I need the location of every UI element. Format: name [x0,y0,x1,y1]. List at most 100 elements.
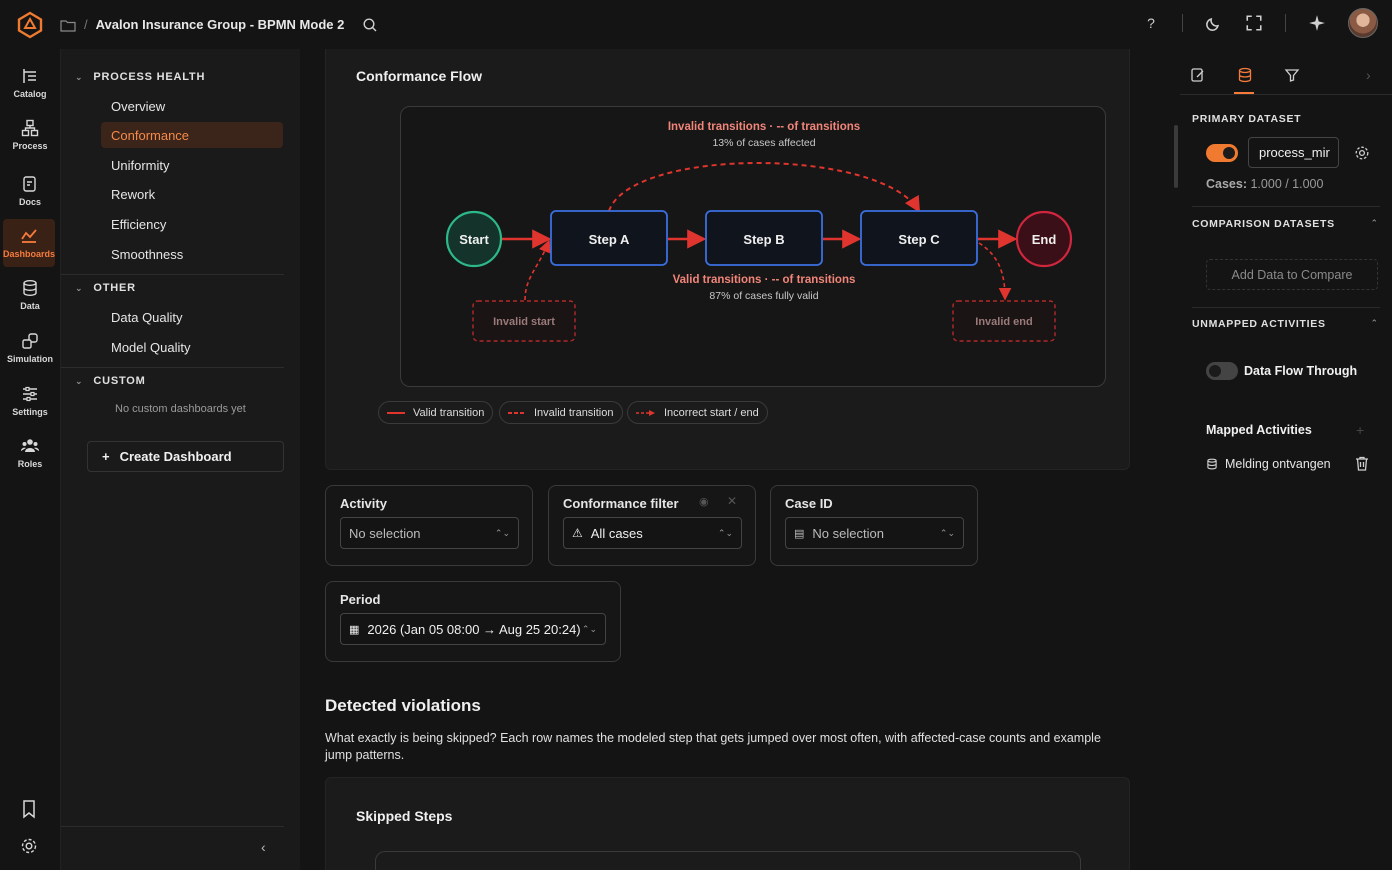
rail-item-data[interactable]: Data [0,271,60,319]
eye-icon[interactable]: ◉ [699,495,709,508]
toggle-knob [1223,147,1235,159]
database-icon [23,280,37,296]
cases-value: 1.000 / 1.000 [1250,177,1324,191]
catalog-icon [23,69,36,83]
case-id-filter: Case ID ▤ No selection ⌃⌄ [770,485,978,566]
mapped-activity-item[interactable]: Melding ontvangen [1225,457,1331,471]
invalid-end-label: Invalid end [975,316,1032,328]
rail-item-settings[interactable]: Settings [0,377,60,425]
section-title: CUSTOM [93,375,146,387]
folder-icon[interactable] [60,18,76,32]
nav-item-overview[interactable]: Overview [101,93,283,119]
nav-item-uniformity[interactable]: Uniformity [101,152,283,178]
period-select[interactable]: ▦ 2026 (Jan 05 08:00 → Aug 25 20:24) ⌃⌄ [340,613,606,645]
nav-item-conformance[interactable]: Conformance [101,122,283,148]
section-custom[interactable]: ⌄ CUSTOM [75,375,146,387]
activity-select[interactable]: No selection ⌃⌄ [340,517,519,549]
moon-icon[interactable] [1205,14,1223,32]
active-tab-indicator [1234,92,1254,94]
chevron-down-icon: ⌄ [75,71,84,82]
legend-label: Valid transition [413,406,485,419]
conformance-card: Conformance Flow Start Step A Step B Ste… [325,49,1130,470]
search-icon[interactable] [362,17,378,33]
breadcrumb-separator: / [84,17,88,32]
conformance-select[interactable]: ⚠ All cases ⌃⌄ [563,517,742,549]
database-icon[interactable] [1237,67,1253,83]
edit-doc-icon[interactable] [1190,67,1206,83]
plus-icon: + [102,449,110,464]
nav-item-model-quality[interactable]: Model Quality [101,334,283,360]
chevron-down-icon: ⌄ [75,282,84,293]
chevron-right-icon[interactable]: › [1366,67,1371,83]
step-b-label: Step B [743,232,784,247]
process-icon [21,119,39,137]
dashed-arrow-icon [636,409,655,416]
end-node-label: End [1032,232,1057,247]
rail-item-catalog[interactable]: Catalog [0,59,60,107]
invalid-start-label: Invalid start [493,316,555,328]
scrollbar-thumb[interactable] [1174,125,1178,188]
solid-line-icon [387,411,405,414]
rail-item-dashboards[interactable]: Dashboards [3,219,55,267]
bookmark-icon[interactable] [20,799,38,819]
avatar[interactable] [1348,8,1378,38]
chevron-up-icon[interactable]: ⌃ [1370,218,1378,229]
help-icon[interactable]: ? [1142,14,1160,32]
violations-description: What exactly is being skipped? Each row … [325,731,1101,762]
nav-item-smoothness[interactable]: Smoothness [101,241,283,267]
section-title: PROCESS HEALTH [93,71,206,83]
incorrect-end-arrow [978,242,1012,301]
rail-label: Data [20,301,40,311]
warning-icon: ⚠ [572,526,583,540]
cases-label: Cases: [1206,177,1247,191]
add-data-compare-button[interactable]: Add Data to Compare [1206,259,1378,290]
conformance-diagram: Start Step A Step B Step C End Invalid s… [400,106,1106,387]
rail-item-roles[interactable]: Roles [0,429,60,477]
trash-icon[interactable] [1355,456,1369,471]
invalid-transitions-title: Invalid transitions · -- of transitions [668,121,860,133]
chevron-up-icon[interactable]: ⌃ [1370,318,1378,329]
nav-item-rework[interactable]: Rework [101,181,283,207]
divider [1192,206,1380,207]
valid-transitions-sub: 87% of cases fully valid [709,290,818,302]
nav-item-data-quality[interactable]: Data Quality [101,304,283,330]
legend-label: Invalid transition [534,406,614,419]
start-node-label: Start [459,232,489,247]
valid-transitions-title: Valid transitions · -- of transitions [673,274,856,286]
select-arrows-icon: ⌃⌄ [494,527,510,538]
step-a-label: Step A [589,232,630,247]
nav-item-efficiency[interactable]: Efficiency [101,211,283,237]
section-process-health[interactable]: ⌄ PROCESS HEALTH [75,71,205,83]
collapse-sidebar-icon[interactable]: ‹ [261,839,266,855]
skipped-steps-table [375,851,1081,870]
select-arrows-icon: ⌃⌄ [939,527,955,538]
calendar-icon: ▦ [349,623,360,636]
rail-label: Roles [17,459,43,469]
primary-dataset-toggle[interactable] [1206,144,1238,162]
dataset-name-field[interactable]: process_mir [1248,137,1339,168]
fullscreen-icon[interactable] [1245,14,1263,32]
create-dashboard-button[interactable]: + Create Dashboard [87,441,284,472]
unmapped-activities-label[interactable]: UNMAPPED ACTIVITIES [1192,318,1326,330]
gear-icon[interactable] [1354,145,1370,161]
rail-label: Simulation [6,354,53,364]
app-logo[interactable] [0,0,60,49]
legend-label: Incorrect start / end [664,406,759,419]
case-id-select[interactable]: ▤ No selection ⌃⌄ [785,517,964,549]
cases-info: Cases: 1.000 / 1.000 [1206,177,1323,191]
conformance-filter: Conformance filter ◉ ✕ ⚠ All cases ⌃⌄ [548,485,756,566]
comparison-datasets-label[interactable]: COMPARISON DATASETS [1192,218,1335,230]
section-title: OTHER [93,282,136,294]
breadcrumb-title[interactable]: Avalon Insurance Group - BPMN Mode 2 [96,17,345,32]
filter-icon[interactable] [1284,67,1300,83]
sparkle-icon[interactable] [1308,14,1326,32]
rail-item-process[interactable]: Process [0,111,60,159]
close-icon[interactable]: ✕ [727,494,737,508]
rail-item-docs[interactable]: Docs [0,167,60,215]
plus-icon[interactable]: + [1356,422,1364,438]
data-flow-toggle[interactable] [1206,362,1238,380]
rail-item-simulation[interactable]: Simulation [0,324,60,372]
gear-icon[interactable] [20,837,38,855]
section-other[interactable]: ⌄ OTHER [75,282,136,294]
id-card-icon: ▤ [794,527,805,540]
